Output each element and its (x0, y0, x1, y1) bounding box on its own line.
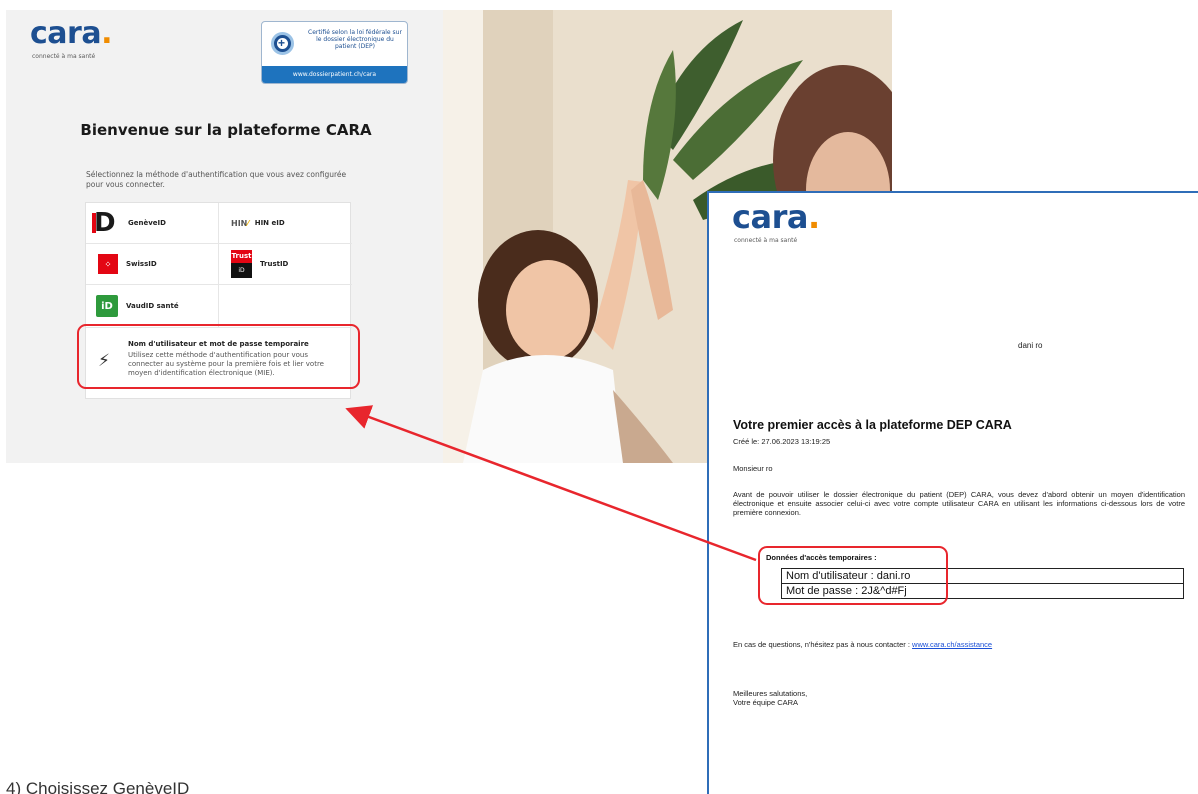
auth-method-grid: D GenèveID HIN⁄ HIN eID ⁘ SwissID Trust … (85, 202, 352, 399)
created-date: Créé le: 27.06.2023 13:19:25 (733, 437, 831, 446)
addressee-name: dani ro (1018, 341, 1043, 350)
auth-method-geneveid[interactable]: D GenèveID (86, 203, 219, 244)
table-row: Mot de passe : 2J&^d#Fj (781, 583, 1184, 599)
contact-line: En cas de questions, n'hésitez pas à nou… (733, 640, 993, 649)
hin-icon: HIN⁄ (231, 218, 249, 228)
auth-method-label: TrustID (260, 260, 289, 268)
auth-method-empty (219, 285, 352, 328)
cara-tagline: connecté à ma santé (734, 237, 798, 244)
auth-method-hin[interactable]: HIN⁄ HIN eID (219, 203, 352, 244)
login-page: cara. connecté à ma santé + Certifié sel… (6, 10, 443, 463)
certification-badge[interactable]: + Certifié selon la loi fédérale sur le … (261, 21, 408, 84)
letter-intro: Avant de pouvoir utiliser le dossier éle… (733, 490, 1185, 517)
auth-method-vaudid[interactable]: iD VaudID santé (86, 285, 219, 328)
vaudid-icon: iD (96, 295, 118, 317)
password-cell: Mot de passe : 2J&^d#Fj (781, 583, 1184, 599)
swissid-icon: ⁘ (98, 254, 118, 274)
cara-tagline: connecté à ma santé (32, 53, 96, 60)
auth-method-label: HIN eID (254, 219, 285, 227)
certification-link[interactable]: www.dossierpatient.ch/cara (262, 66, 407, 83)
certification-text: Certifié selon la loi fédérale sur le do… (308, 29, 402, 50)
medical-cross-icon: + (271, 32, 294, 55)
cara-logo: cara. (732, 198, 820, 236)
plug-icon: ⚡︎ (98, 351, 110, 370)
temporary-access-label: Données d'accès temporaires : (766, 553, 877, 562)
auth-method-label: GenèveID (128, 219, 166, 227)
assistance-link[interactable]: www.cara.ch/assistance (912, 640, 992, 649)
credentials-table: Nom d'utilisateur : dani.ro Mot de passe… (781, 568, 1184, 599)
auth-method-label: SwissID (126, 260, 157, 268)
welcome-letter: cara. connecté à ma santé dani ro Votre … (707, 191, 1198, 794)
temporary-method-description: Utilisez cette méthode d'authentificatio… (128, 351, 324, 377)
auth-method-temporary-password[interactable]: ⚡︎ Nom d'utilisateur et mot de passe tem… (86, 329, 350, 399)
step-caption: 4) Choisissez GenèveID (6, 779, 190, 794)
table-row: Nom d'utilisateur : dani.ro (781, 568, 1184, 584)
page-subtitle: Sélectionnez la méthode d'authentificati… (86, 170, 347, 189)
auth-method-trustid[interactable]: Trust iD TrustID (219, 244, 352, 285)
page-title: Bienvenue sur la plateforme CARA (80, 121, 372, 139)
username-cell: Nom d'utilisateur : dani.ro (781, 568, 1184, 584)
trustid-icon: Trust iD (231, 250, 252, 278)
geneveid-icon: D (92, 210, 120, 236)
temporary-method-title: Nom d'utilisateur et mot de passe tempor… (128, 340, 309, 348)
auth-method-label: VaudID santé (126, 302, 179, 310)
letter-greeting: Monsieur ro (733, 464, 773, 473)
cara-logo: cara. (30, 16, 112, 51)
letter-title: Votre premier accès à la plateforme DEP … (733, 418, 1012, 432)
letter-closing: Meilleures salutations, Votre équipe CAR… (733, 689, 808, 707)
auth-method-swissid[interactable]: ⁘ SwissID (86, 244, 219, 285)
